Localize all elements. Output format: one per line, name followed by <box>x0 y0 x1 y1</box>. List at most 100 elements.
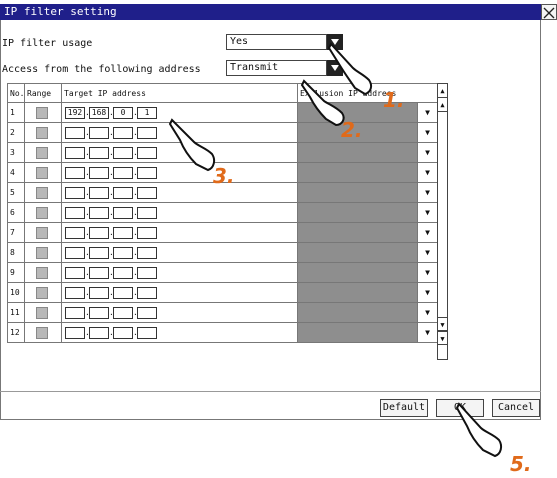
access-select[interactable]: Transmit <box>226 60 327 76</box>
ip-octet-input[interactable] <box>65 246 85 259</box>
range-checkbox[interactable] <box>36 106 48 119</box>
ip-octet-input[interactable] <box>113 306 133 319</box>
ip-octet-input[interactable] <box>89 166 109 179</box>
range-checkbox[interactable] <box>36 266 48 279</box>
ip-octet-input[interactable] <box>113 266 133 279</box>
ip-octet-input[interactable] <box>137 186 157 199</box>
ip-octet-input[interactable] <box>113 246 133 259</box>
ip-octet-input[interactable] <box>137 306 157 319</box>
ip-octet-input[interactable] <box>65 146 85 159</box>
ip-octet-input[interactable] <box>113 206 133 219</box>
ip-octet-input[interactable] <box>113 126 133 139</box>
ip-octet-input[interactable] <box>65 266 85 279</box>
default-button[interactable]: Default <box>380 399 428 417</box>
range-checkbox[interactable] <box>36 206 48 219</box>
ip-octet-input[interactable] <box>137 206 157 219</box>
ip-octet-input[interactable] <box>113 286 133 299</box>
exclusion-dropdown-button[interactable]: ▼ <box>416 142 439 163</box>
ip-octet-input[interactable] <box>65 286 85 299</box>
ip-octet-input[interactable] <box>65 206 85 219</box>
range-checkbox[interactable] <box>36 226 48 239</box>
scroll-up-button[interactable]: ▲ <box>438 98 447 112</box>
ip-octet-input[interactable] <box>89 326 109 339</box>
access-label: Access from the following address <box>2 64 201 75</box>
ip-octet-input[interactable] <box>65 186 85 199</box>
ip-octet-input[interactable] <box>137 266 157 279</box>
range-checkbox[interactable] <box>36 126 48 139</box>
table-row: 11... ▼ <box>7 302 439 323</box>
ip-octet-input[interactable] <box>137 326 157 339</box>
ip-octet-input[interactable]: 0 <box>113 106 133 119</box>
step-label: 1. <box>383 88 405 112</box>
ip-octet-input[interactable] <box>113 146 133 159</box>
window-title: IP filter setting <box>4 5 117 18</box>
ip-octet-input[interactable]: 1 <box>137 106 157 119</box>
exclusion-dropdown-button[interactable]: ▼ <box>416 222 439 243</box>
range-checkbox[interactable] <box>36 306 48 319</box>
range-checkbox[interactable] <box>36 246 48 259</box>
ip-octet-input[interactable] <box>137 246 157 259</box>
ip-octet-input[interactable] <box>89 206 109 219</box>
ip-octet-input[interactable] <box>65 306 85 319</box>
range-checkbox[interactable] <box>36 166 48 179</box>
ip-octet-input[interactable] <box>113 226 133 239</box>
ip-octet-input[interactable] <box>113 186 133 199</box>
exclusion-dropdown-button[interactable]: ▼ <box>416 202 439 223</box>
exclusion-ip-cell[interactable] <box>297 222 418 243</box>
exclusion-ip-cell[interactable] <box>297 262 418 283</box>
exclusion-dropdown-button[interactable]: ▼ <box>416 182 439 203</box>
scroll-bottom-button[interactable]: ▼ <box>438 331 447 345</box>
ip-octet-input[interactable] <box>137 126 157 139</box>
exclusion-ip-cell[interactable] <box>297 182 418 203</box>
ip-octet-input[interactable] <box>65 226 85 239</box>
ip-octet-input[interactable] <box>89 306 109 319</box>
exclusion-ip-cell[interactable] <box>297 322 418 343</box>
ip-octet-input[interactable] <box>137 286 157 299</box>
exclusion-dropdown-button[interactable]: ▼ <box>416 102 439 123</box>
exclusion-ip-cell[interactable] <box>297 302 418 323</box>
exclusion-dropdown-button[interactable]: ▼ <box>416 322 439 343</box>
range-checkbox[interactable] <box>36 146 48 159</box>
exclusion-ip-cell[interactable] <box>297 242 418 263</box>
exclusion-dropdown-button[interactable]: ▼ <box>416 302 439 323</box>
ip-octet-input[interactable] <box>113 326 133 339</box>
row-number: 9 <box>7 262 25 283</box>
ip-octet-input[interactable] <box>137 226 157 239</box>
usage-select[interactable]: Yes <box>226 34 327 50</box>
ip-octet-input[interactable]: 168 <box>89 106 109 119</box>
ip-octet-input[interactable] <box>137 146 157 159</box>
exclusion-ip-cell[interactable] <box>297 282 418 303</box>
scroll-top-button[interactable]: ▲ <box>438 84 447 98</box>
ip-octet-input[interactable] <box>113 166 133 179</box>
exclusion-dropdown-button[interactable]: ▼ <box>416 162 439 183</box>
ip-octet-input[interactable] <box>89 266 109 279</box>
ip-octet-input[interactable]: 192 <box>65 106 85 119</box>
exclusion-dropdown-button[interactable]: ▼ <box>416 122 439 143</box>
range-checkbox[interactable] <box>36 186 48 199</box>
ip-octet-input[interactable] <box>89 146 109 159</box>
range-checkbox[interactable] <box>36 286 48 299</box>
exclusion-dropdown-button[interactable]: ▼ <box>416 262 439 283</box>
pointing-hand-icon <box>455 402 503 458</box>
exclusion-dropdown-button[interactable]: ▼ <box>416 242 439 263</box>
ip-octet-input[interactable] <box>137 166 157 179</box>
ip-octet-input[interactable] <box>65 166 85 179</box>
table-row: 6... ▼ <box>7 202 439 223</box>
ip-octet-input[interactable] <box>65 326 85 339</box>
close-button[interactable] <box>541 4 557 20</box>
divider <box>0 391 541 392</box>
scroll-down-button[interactable]: ▼ <box>438 317 447 331</box>
table-scrollbar[interactable]: ▲ ▲ ▼ ▼ <box>437 83 448 360</box>
ip-octet-input[interactable] <box>65 126 85 139</box>
exclusion-dropdown-button[interactable]: ▼ <box>416 282 439 303</box>
ip-octet-input[interactable] <box>89 246 109 259</box>
range-checkbox[interactable] <box>36 326 48 339</box>
ip-octet-input[interactable] <box>89 186 109 199</box>
ip-octet-input[interactable] <box>89 286 109 299</box>
exclusion-ip-cell[interactable] <box>297 202 418 223</box>
ip-octet-input[interactable] <box>89 126 109 139</box>
row-number: 1 <box>7 102 25 123</box>
ip-octet-input[interactable] <box>89 226 109 239</box>
exclusion-ip-cell[interactable] <box>297 162 418 183</box>
exclusion-ip-cell[interactable] <box>297 142 418 163</box>
